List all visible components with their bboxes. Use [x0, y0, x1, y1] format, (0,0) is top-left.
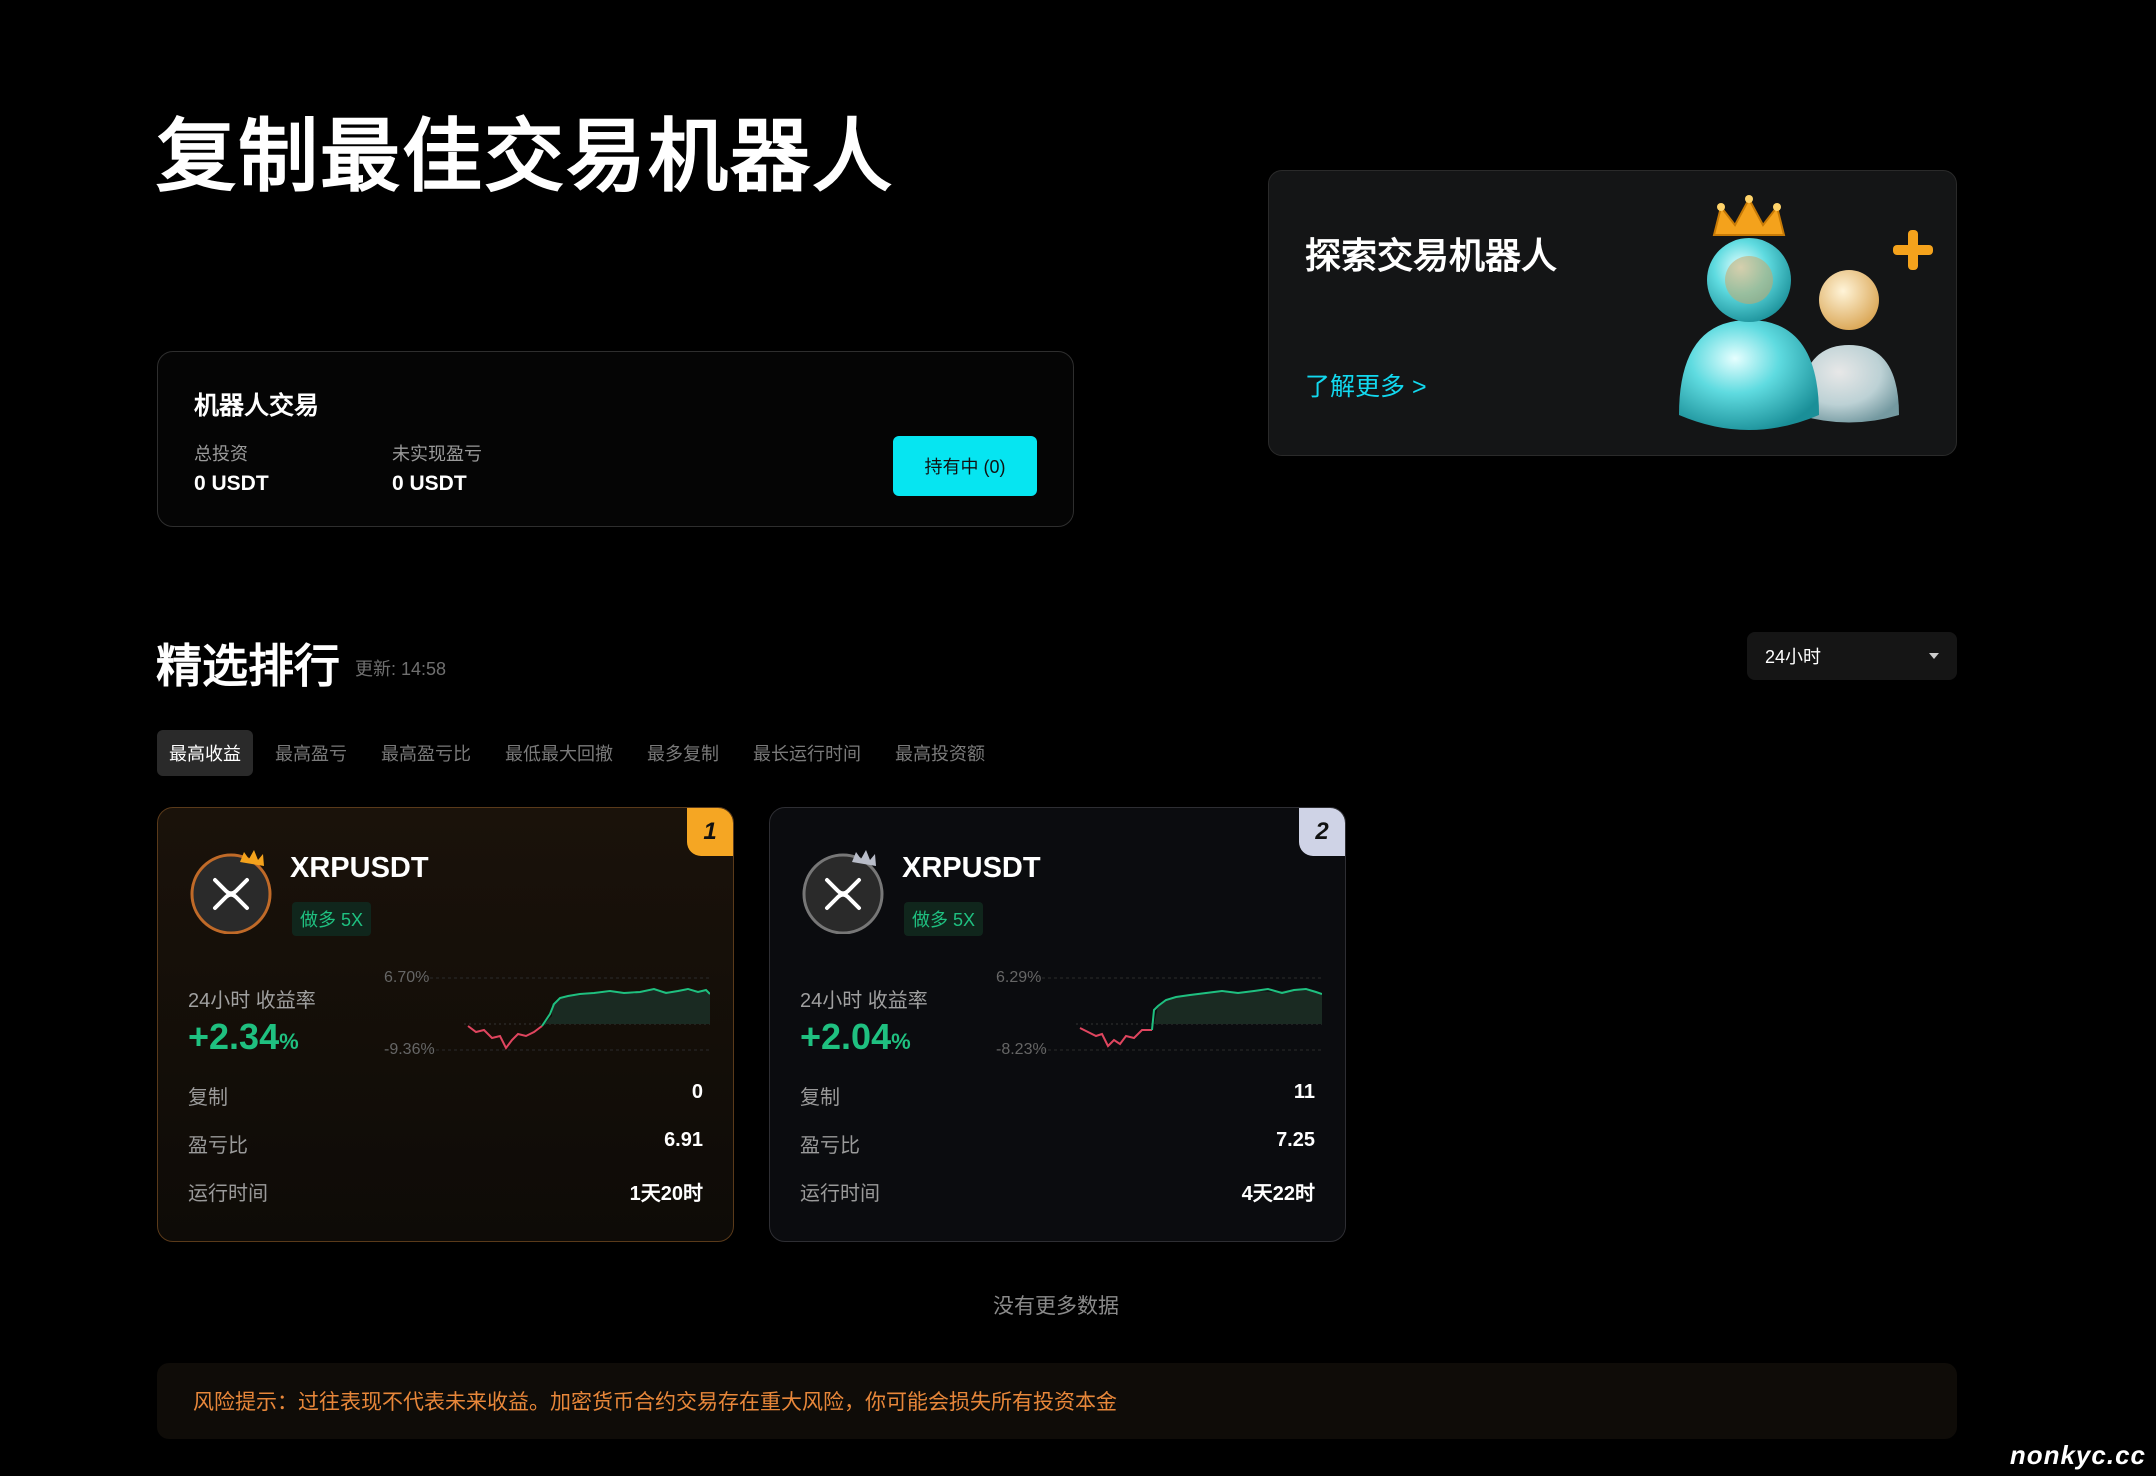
yield-sparkline: 6.70% -9.36%: [384, 969, 710, 1058]
total-investment: 总投资 0 USDT: [194, 440, 269, 496]
chart-min-label: -9.36%: [384, 1041, 435, 1058]
risk-notice: 风险提示：过往表现不代表未来收益。加密货币合约交易存在重大风险，你可能会损失所有…: [157, 1363, 1957, 1439]
copies-value: 11: [1293, 1081, 1315, 1103]
yield-label: 24小时 收益率: [188, 990, 316, 1012]
no-more-data: 没有更多数据: [993, 1295, 1119, 1318]
runtime-label: 运行时间: [800, 1183, 880, 1205]
pnl-ratio-label: 盈亏比: [188, 1135, 248, 1157]
pnl-ratio-label: 盈亏比: [800, 1135, 860, 1157]
ranking-tabs: 最高收益 最高盈亏 最高盈亏比 最低最大回撤 最多复制 最长运行时间 最高投资额: [157, 730, 1007, 776]
page-title: 复制最佳交易机器人: [156, 112, 894, 201]
rank-badge: 1: [687, 808, 733, 856]
chart-max-label: 6.70%: [384, 969, 429, 986]
copies-label: 复制: [188, 1087, 228, 1109]
unrealized-pnl: 未实现盈亏 0 USDT: [392, 440, 482, 496]
pnl-ratio-value: 7.25: [1276, 1129, 1315, 1151]
runtime-label: 运行时间: [188, 1183, 268, 1205]
bot-users-illustration-icon: [1679, 195, 1933, 430]
tab-most-copies[interactable]: 最多复制: [635, 730, 731, 776]
yield-value: +2.04%: [800, 1016, 911, 1057]
unrealized-pnl-value: 0 USDT: [392, 472, 467, 495]
ranking-title: 精选排行: [156, 640, 340, 692]
chevron-down-icon: [1929, 653, 1939, 659]
chart-max-label: 6.29%: [996, 969, 1041, 986]
bot-card[interactable]: 2 XRPUSDT 做多 5X 24小时 收益率 +2.04% 6.29% -8…: [769, 807, 1346, 1242]
copies-row: 复制 11: [800, 1081, 1315, 1110]
total-investment-value: 0 USDT: [194, 472, 269, 495]
time-range-value: 24小时: [1765, 647, 1822, 667]
pnl-ratio-row: 盈亏比 7.25: [800, 1129, 1315, 1158]
tab-lowest-max-drawdown[interactable]: 最低最大回撤: [493, 730, 625, 776]
pnl-ratio-value: 6.91: [664, 1129, 703, 1151]
robot-trading-card: 机器人交易 总投资 0 USDT 未实现盈亏 0 USDT 持有中 (0): [157, 351, 1074, 527]
tab-highest-pnl-ratio[interactable]: 最高盈亏比: [369, 730, 483, 776]
tab-highest-investment[interactable]: 最高投资额: [883, 730, 997, 776]
tab-longest-runtime[interactable]: 最长运行时间: [741, 730, 873, 776]
rank-badge: 2: [1299, 808, 1345, 856]
tab-highest-pnl[interactable]: 最高盈亏: [263, 730, 359, 776]
position-tag: 做多 5X: [292, 902, 372, 936]
watermark: nonkyc.cc: [2009, 1440, 2146, 1470]
pnl-ratio-row: 盈亏比 6.91: [188, 1129, 703, 1158]
xrp-coin-icon: [802, 850, 884, 934]
pair-name: XRPUSDT: [902, 852, 1041, 884]
bot-card[interactable]: 1 XRPUSDT 做多 5X 24小时 收益率 +2.34% 6.70% -9…: [157, 807, 734, 1242]
total-investment-label: 总投资: [194, 444, 248, 464]
copies-label: 复制: [800, 1087, 840, 1109]
runtime-row: 运行时间 1天20时: [188, 1177, 703, 1206]
explore-bots-card[interactable]: 探索交易机器人 了解更多 >: [1268, 170, 1957, 456]
learn-more-link[interactable]: 了解更多 >: [1305, 367, 1427, 403]
robot-trading-title: 机器人交易: [194, 392, 320, 420]
runtime-value: 1天20时: [629, 1183, 703, 1205]
yield-value: +2.34%: [188, 1016, 299, 1057]
runtime-row: 运行时间 4天22时: [800, 1177, 1315, 1206]
tab-highest-yield[interactable]: 最高收益: [157, 730, 253, 776]
yield-sparkline: 6.29% -8.23%: [996, 969, 1322, 1058]
pair-name: XRPUSDT: [290, 852, 429, 884]
explore-title: 探索交易机器人: [1305, 235, 1558, 276]
time-range-select[interactable]: 24小时: [1747, 632, 1957, 680]
unrealized-pnl-label: 未实现盈亏: [392, 444, 482, 464]
copies-row: 复制 0: [188, 1081, 703, 1110]
holding-button[interactable]: 持有中 (0): [893, 436, 1037, 496]
copies-value: 0: [691, 1081, 703, 1103]
yield-label: 24小时 收益率: [800, 990, 928, 1012]
position-tag: 做多 5X: [904, 902, 984, 936]
xrp-coin-icon: [190, 850, 272, 934]
runtime-value: 4天22时: [1241, 1183, 1315, 1205]
updated-time: 更新: 14:58: [355, 659, 447, 679]
chart-min-label: -8.23%: [996, 1041, 1047, 1058]
